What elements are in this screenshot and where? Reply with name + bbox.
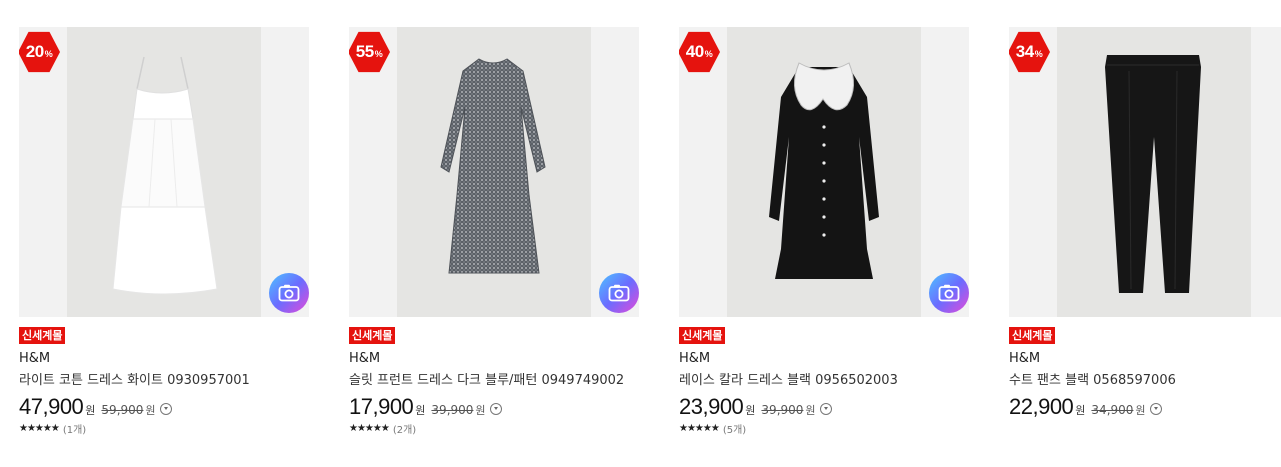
discount-badge: 20% [19, 31, 60, 73]
brand-name[interactable]: H&M [1009, 351, 1040, 366]
currency: 원 [1075, 404, 1086, 417]
product-card[interactable]: 55% 신세계몰 H&M 슬릿 프런트 드레스 다크 블루/패턴 0949749… [330, 0, 639, 467]
product-name[interactable]: 레이스 칼라 드레스 블랙 0956502003 [679, 369, 898, 388]
camera-search-icon [938, 284, 960, 302]
percent-symbol: % [44, 49, 53, 59]
product-card[interactable]: 40% 신세계몰 H&M 레이스 칼라 드레스 블랙 0956502003 23… [660, 0, 969, 467]
original-price: 59,900 [101, 403, 144, 417]
mall-tag: 신세계몰 [19, 327, 66, 344]
black-pants-image [1105, 55, 1201, 293]
product-image[interactable]: 34% [1009, 27, 1281, 317]
white-dress-image [112, 56, 218, 295]
currency: 원 [475, 404, 486, 417]
product-image[interactable]: 55% [349, 27, 639, 317]
sale-price: 23,900 [679, 394, 744, 419]
discount-badge: 55% [349, 31, 390, 73]
star-rating-icon: ★★★★★ [349, 423, 390, 434]
sale-price: 17,900 [349, 394, 414, 419]
sale-price: 22,900 [1009, 394, 1074, 419]
percent-symbol: % [704, 49, 713, 59]
currency: 원 [145, 404, 156, 417]
info-circle-icon[interactable] [159, 403, 172, 415]
discount-value: 20 [25, 42, 44, 61]
sale-price: 47,900 [19, 394, 84, 419]
percent-symbol: % [374, 49, 383, 59]
info-circle-icon[interactable] [489, 403, 502, 415]
product-name[interactable]: 슬릿 프런트 드레스 다크 블루/패턴 0949749002 [349, 369, 624, 388]
camera-search-button[interactable] [269, 273, 309, 313]
original-price: 34,900 [1091, 403, 1134, 417]
discount-value: 55 [355, 42, 374, 61]
price-row: 22,900 원 34,900 원 [1009, 394, 1162, 420]
product-card[interactable]: 20% 신세계몰 H&M 라이트 코튼 드레스 화이트 0930957001 4… [0, 0, 309, 467]
currency: 원 [415, 404, 426, 417]
percent-symbol: % [1034, 49, 1043, 59]
rating: ★★★★★ (1개) [19, 421, 86, 436]
product-grid: 20% 신세계몰 H&M 라이트 코튼 드레스 화이트 0930957001 4… [0, 0, 1281, 467]
brand-name[interactable]: H&M [679, 351, 710, 366]
price-row: 23,900 원 39,900 원 [679, 394, 832, 420]
product-image[interactable]: 40% [679, 27, 969, 317]
info-circle-icon[interactable] [1149, 403, 1162, 415]
star-rating-icon: ★★★★★ [679, 423, 720, 434]
mall-tag: 신세계몰 [349, 327, 396, 344]
product-name[interactable]: 수트 팬츠 블랙 0568597006 [1009, 369, 1176, 388]
review-count[interactable]: (5개) [723, 421, 746, 436]
currency: 원 [1135, 404, 1146, 417]
discount-value: 34 [1015, 42, 1034, 61]
discount-value: 40 [685, 42, 704, 61]
currency: 원 [745, 404, 756, 417]
rating: ★★★★★ (5개) [679, 421, 746, 436]
camera-search-icon [608, 284, 630, 302]
brand-name[interactable]: H&M [19, 351, 50, 366]
currency: 원 [85, 404, 96, 417]
discount-badge: 34% [1009, 31, 1050, 73]
currency: 원 [805, 404, 816, 417]
product-image[interactable]: 20% [19, 27, 309, 317]
rating: ★★★★★ (2개) [349, 421, 416, 436]
product-name[interactable]: 라이트 코튼 드레스 화이트 0930957001 [19, 369, 250, 388]
black-lace-dress-image [769, 62, 879, 279]
brand-name[interactable]: H&M [349, 351, 380, 366]
review-count[interactable]: (2개) [393, 421, 416, 436]
review-count[interactable]: (1개) [63, 421, 86, 436]
product-card[interactable]: 34% 신세계몰 H&M 수트 팬츠 블랙 0568597006 22,900 … [990, 0, 1281, 467]
mall-tag: 신세계몰 [1009, 327, 1056, 344]
original-price: 39,900 [761, 403, 804, 417]
camera-search-button[interactable] [599, 273, 639, 313]
camera-search-icon [278, 284, 300, 302]
price-row: 47,900 원 59,900 원 [19, 394, 172, 420]
patterned-dress-image [440, 58, 546, 274]
price-row: 17,900 원 39,900 원 [349, 394, 502, 420]
original-price: 39,900 [431, 403, 474, 417]
camera-search-button[interactable] [929, 273, 969, 313]
info-circle-icon[interactable] [819, 403, 832, 415]
mall-tag: 신세계몰 [679, 327, 726, 344]
discount-badge: 40% [679, 31, 720, 73]
star-rating-icon: ★★★★★ [19, 423, 60, 434]
